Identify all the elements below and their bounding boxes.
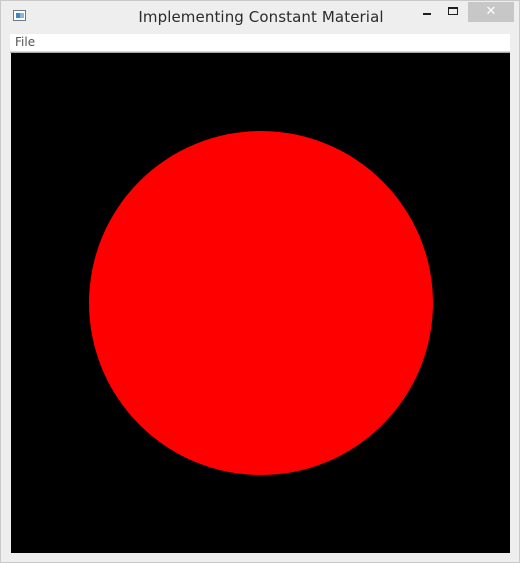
minimize-icon [423, 13, 431, 15]
application-window: Implementing Constant Material ✕ File [0, 0, 520, 563]
title-bar[interactable]: Implementing Constant Material ✕ [1, 1, 519, 33]
menu-bar: File [10, 34, 510, 52]
menu-file[interactable]: File [15, 34, 35, 51]
scene-svg [11, 53, 510, 553]
maximize-button[interactable] [441, 2, 467, 22]
3d-canvas[interactable] [11, 53, 510, 553]
maximize-icon [448, 7, 458, 15]
close-button[interactable]: ✕ [468, 2, 514, 22]
close-icon: ✕ [485, 4, 497, 19]
minimize-button[interactable] [415, 2, 441, 22]
sphere[interactable] [89, 131, 433, 475]
